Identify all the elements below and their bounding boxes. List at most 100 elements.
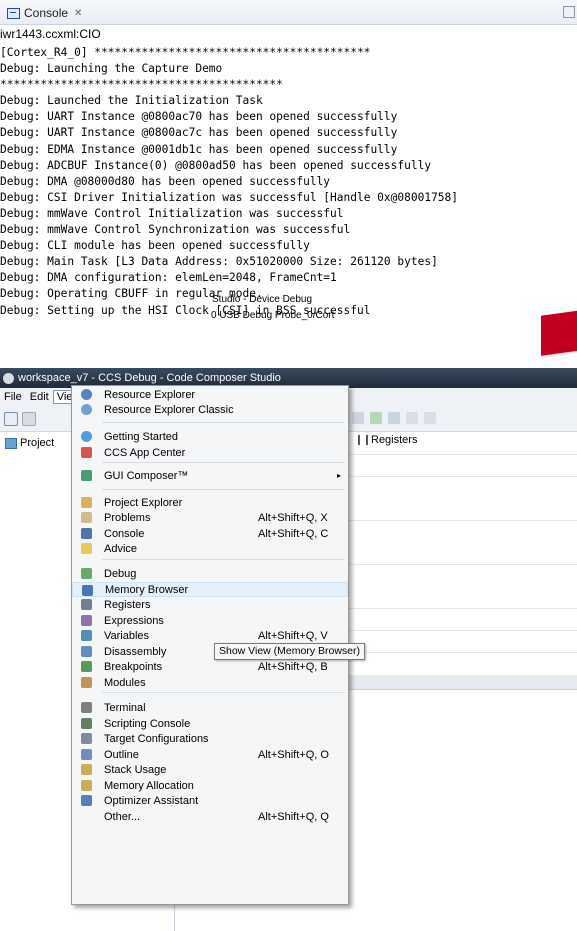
menu-item-target-configurations[interactable]: Target Configurations [72, 731, 348, 746]
console-line: Debug: ADCBUF Instance(0) @0800ad50 has … [0, 158, 432, 172]
menu-item-ccs-app-center[interactable]: CCS App Center [72, 445, 348, 460]
console-line: Debug: Launching the Capture Demo [0, 62, 223, 76]
compass-icon [81, 389, 92, 400]
gui-composer-icon [81, 470, 92, 481]
registers-tab[interactable]: Registers [358, 434, 417, 446]
lightbulb-icon [81, 543, 92, 554]
console-output: [Cortex_R4_0] **************************… [0, 45, 458, 319]
menu-item-label: Scripting Console [104, 717, 191, 730]
menu-item-resource-explorer-classic[interactable]: Resource Explorer Classic [72, 402, 348, 417]
console-line: ****************************************… [0, 78, 283, 92]
registers-icon [81, 599, 92, 610]
app-icon [3, 372, 14, 384]
menu-item-problems[interactable]: Problems Alt+Shift+Q, X [72, 510, 348, 525]
close-icon[interactable]: ✕ [74, 8, 82, 19]
menu-item-outline[interactable]: Outline Alt+Shift+Q, O [72, 747, 348, 762]
menu-item-scripting-console[interactable]: Scripting Console [72, 716, 348, 731]
menu-separator [102, 559, 344, 560]
target-config-icon [81, 733, 92, 744]
menu-item-stack-usage[interactable]: Stack Usage [72, 762, 348, 777]
toolbar-icon[interactable] [352, 412, 364, 424]
disassembly-icon [81, 646, 92, 657]
console-icon [81, 528, 92, 539]
app-center-icon [81, 447, 92, 458]
menu-item-shortcut: Alt+Shift+Q, B [258, 660, 328, 673]
menu-item-variables[interactable]: Variables Alt+Shift+Q, V [72, 628, 348, 643]
project-tab[interactable]: Project [1, 434, 59, 452]
submenu-arrow-icon: ▸ [337, 471, 342, 480]
menu-item-label: Memory Allocation [104, 779, 194, 792]
registers-icon [358, 435, 368, 445]
menu-item-label: Stack Usage [104, 763, 167, 776]
menu-edit[interactable]: Edit [26, 390, 53, 404]
console-source-label: iwr1443.ccxml:CIO [0, 27, 101, 41]
menu-item-other[interactable]: Other... Alt+Shift+Q, Q [72, 809, 348, 824]
new-icon[interactable] [4, 412, 18, 426]
memory-allocation-icon [81, 780, 92, 791]
toolbar-icon[interactable] [424, 412, 436, 424]
debug-tree-item[interactable]: Studio - Device Debug [212, 294, 312, 305]
menu-item-modules[interactable]: Modules [72, 675, 348, 690]
scripting-icon [81, 718, 92, 729]
console-line: [Cortex_R4_0] **************************… [0, 46, 371, 59]
menu-separator [102, 462, 344, 463]
menu-item-console[interactable]: Console Alt+Shift+Q, C [72, 526, 348, 541]
menu-item-resource-explorer[interactable]: Resource Explorer [72, 387, 348, 402]
console-tab[interactable]: Console ✕ [3, 3, 88, 23]
debug-tree-item[interactable]: 0 USB Debug Probe_0/Cort [211, 310, 334, 321]
menu-item-label: Problems [104, 511, 151, 524]
console-line: Debug: UART Instance @0800ac7c has been … [0, 126, 398, 140]
console-line: Debug: Main Task [L3 Data Address: 0x510… [0, 255, 438, 269]
console-line: Debug: mmWave Control Synchronization wa… [0, 223, 351, 237]
menu-item-shortcut: Alt+Shift+Q, Q [258, 810, 329, 823]
menu-item-registers[interactable]: Registers [72, 597, 348, 612]
window-title: workspace_v7 - CCS Debug - Code Composer… [18, 372, 281, 384]
menu-item-label: Advice [104, 542, 138, 555]
menu-item-label: Modules [104, 676, 146, 689]
menu-item-shortcut: Alt+Shift+Q, X [258, 511, 328, 524]
console-line: Debug: Launched the Initialization Task [0, 94, 263, 108]
problems-icon [81, 512, 92, 523]
project-icon [5, 437, 17, 449]
menu-item-label: Breakpoints [104, 660, 163, 673]
help-circle-icon [81, 431, 92, 442]
save-icon[interactable] [22, 412, 36, 426]
console-line: Debug: EDMA Instance @0001db1c has been … [0, 142, 398, 156]
menu-item-project-explorer[interactable]: Project Explorer [72, 495, 348, 510]
console-tab-label: Console [24, 6, 69, 20]
menu-item-gui-composer[interactable]: GUI Composer™ ▸ [72, 468, 348, 483]
menu-item-memory-browser[interactable]: Memory Browser [72, 582, 348, 597]
debug-icon[interactable] [370, 412, 382, 424]
menu-item-advice[interactable]: Advice [72, 541, 348, 556]
modules-icon [81, 677, 92, 688]
toolbar-icon[interactable] [388, 412, 400, 424]
console-line: Debug: DMA configuration: elemLen=2048, … [0, 271, 337, 285]
menu-item-memory-allocation[interactable]: Memory Allocation [72, 778, 348, 793]
bug-icon [81, 568, 92, 579]
menu-item-label: Other... [104, 810, 141, 823]
console-line: Debug: CLI module has been opened succes… [0, 239, 310, 253]
menu-item-shortcut: Alt+Shift+Q, C [258, 527, 329, 540]
menu-item-label: Resource Explorer Classic [104, 403, 234, 416]
menu-item-label: Resource Explorer [104, 388, 196, 401]
project-tab-label: Project [20, 437, 55, 449]
folder-icon [81, 497, 92, 508]
menu-file[interactable]: File [0, 390, 26, 404]
menu-item-shortcut: Alt+Shift+Q, O [258, 748, 329, 761]
menu-item-label: Optimizer Assistant [104, 794, 199, 807]
menu-item-breakpoints[interactable]: Breakpoints Alt+Shift+Q, B [72, 659, 348, 674]
console-icon [7, 7, 20, 19]
toolbar-icon[interactable] [406, 412, 418, 424]
menu-item-debug[interactable]: Debug [72, 566, 348, 581]
menu-item-expressions[interactable]: Expressions [72, 613, 348, 628]
menu-item-label: Getting Started [104, 430, 178, 443]
registers-tab-label: Registers [371, 434, 418, 446]
menu-item-optimizer-assistant[interactable]: Optimizer Assistant [72, 793, 348, 808]
menu-item-label: CCS App Center [104, 446, 186, 459]
view-menu-icon[interactable] [563, 6, 575, 18]
menu-item-label: Expressions [104, 614, 164, 627]
menu-item-getting-started[interactable]: Getting Started [72, 429, 348, 444]
breakpoints-icon [81, 661, 92, 672]
menu-item-terminal[interactable]: Terminal [72, 700, 348, 715]
menu-item-label: Terminal [104, 701, 146, 714]
